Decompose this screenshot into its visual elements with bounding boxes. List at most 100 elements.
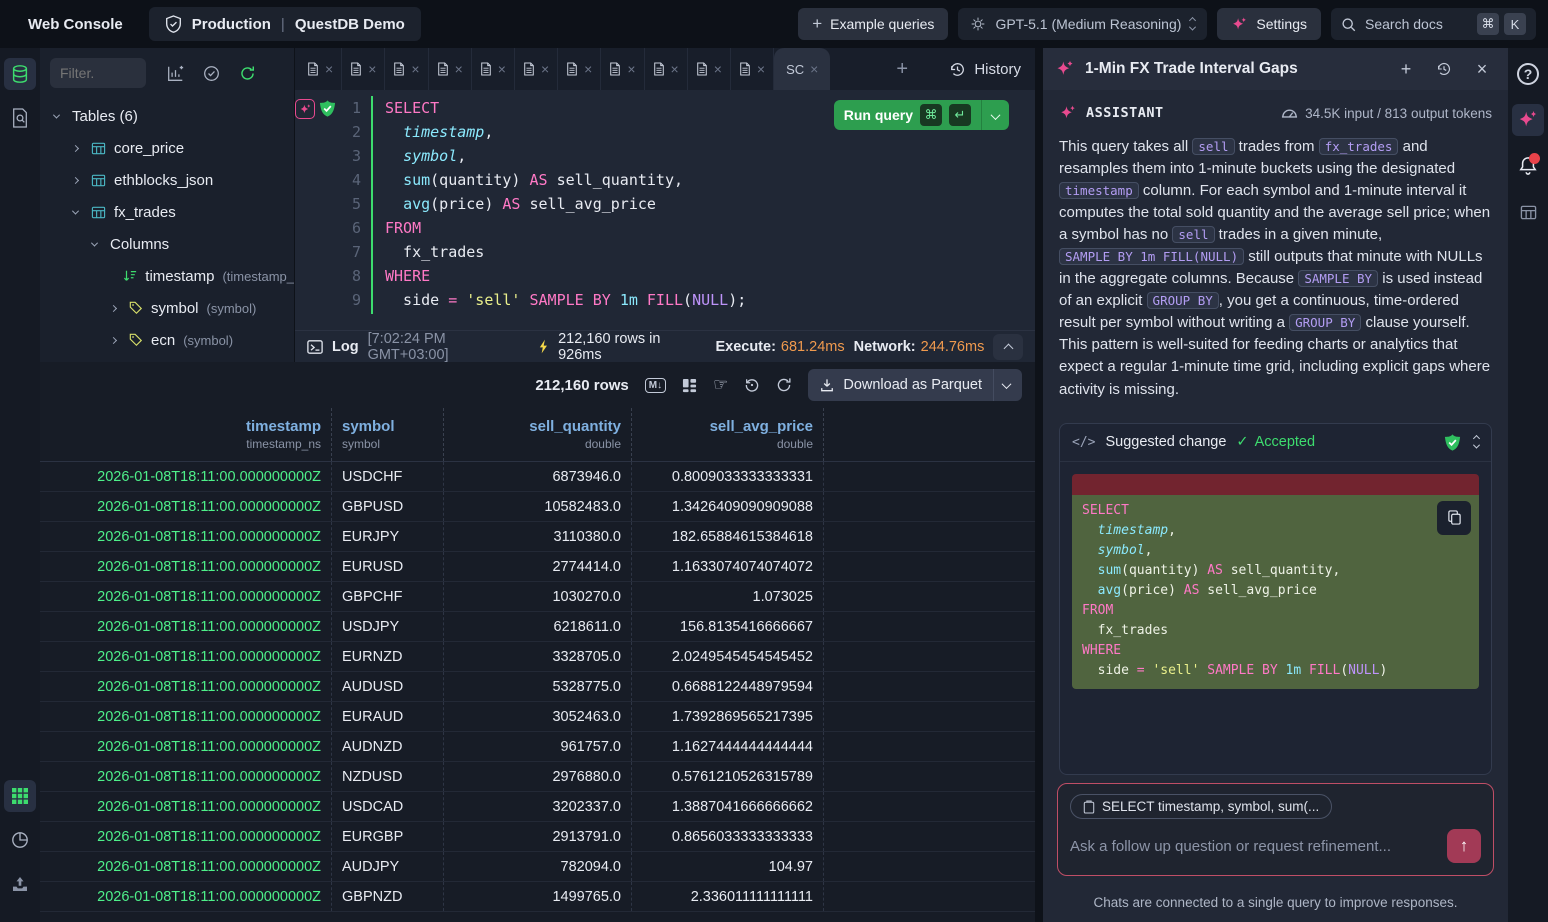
active-editor-tab[interactable]: SC × — [774, 48, 830, 90]
refresh-schema-button[interactable] — [232, 58, 262, 88]
close-icon[interactable]: × — [714, 61, 722, 77]
download-options-button[interactable] — [1003, 377, 1010, 393]
table-row[interactable]: 2026-01-08T18:11:00.000000000ZAUDNZD9617… — [40, 732, 1035, 762]
close-icon[interactable]: × — [627, 61, 635, 77]
table-row[interactable]: 2026-01-08T18:11:00.000000000ZUSDJPY6218… — [40, 612, 1035, 642]
chevron-right-icon[interactable] — [73, 178, 83, 183]
run-options-button[interactable] — [982, 107, 1009, 123]
close-icon[interactable]: × — [757, 61, 765, 77]
close-icon[interactable]: × — [541, 61, 549, 77]
editor-tab[interactable]: × — [429, 48, 472, 90]
example-queries-button[interactable]: + Example queries — [798, 8, 948, 40]
close-icon[interactable]: × — [325, 61, 333, 77]
run-query-button[interactable]: Run query ⌘ ↵ — [834, 100, 1009, 130]
close-icon[interactable]: × — [455, 61, 463, 77]
table-row[interactable]: 2026-01-08T18:11:00.000000000ZEURJPY3110… — [40, 522, 1035, 552]
grid-body[interactable]: 2026-01-08T18:11:00.000000000ZUSDCHF6873… — [40, 462, 1035, 912]
chevron-right-icon[interactable] — [111, 306, 121, 311]
column-header-timestamp[interactable]: timestamptimestamp_ns — [40, 408, 332, 461]
schema-explorer-button[interactable] — [4, 58, 36, 90]
add-chart-button[interactable] — [160, 58, 190, 88]
collapse-log-button[interactable] — [993, 334, 1023, 360]
table-row[interactable]: 2026-01-08T18:11:00.000000000ZNZDUSD2976… — [40, 762, 1035, 792]
column-header-sell_quantity[interactable]: sell_quantitydouble — [444, 408, 632, 461]
settings-button[interactable]: Settings — [1217, 8, 1321, 40]
editor-tab[interactable]: × — [688, 48, 731, 90]
table-row[interactable]: 2026-01-08T18:11:00.000000000ZEURNZD3328… — [40, 642, 1035, 672]
query-log-button[interactable] — [4, 102, 36, 134]
new-tab-button[interactable]: + — [896, 58, 908, 81]
close-icon[interactable]: × — [671, 61, 679, 77]
table-row[interactable]: 2026-01-08T18:11:00.000000000ZEURGBP2913… — [40, 822, 1035, 852]
ai-assist-button[interactable] — [295, 99, 315, 119]
editor-tab[interactable]: × — [385, 48, 428, 90]
inspect-button[interactable]: ☞ — [713, 375, 728, 395]
tree-item[interactable]: symbol(symbol) — [40, 292, 294, 324]
chart-view-button[interactable] — [4, 824, 36, 856]
table-row[interactable]: 2026-01-08T18:11:00.000000000ZAUDUSD5328… — [40, 672, 1035, 702]
editor-tab[interactable]: × — [558, 48, 601, 90]
close-icon[interactable]: × — [498, 61, 506, 77]
table-row[interactable]: 2026-01-08T18:11:00.000000000ZGBPCHF1030… — [40, 582, 1035, 612]
editor-tab[interactable]: × — [515, 48, 558, 90]
ai-panel-button[interactable] — [1512, 104, 1544, 136]
editor-tab[interactable]: × — [472, 48, 515, 90]
instance-badge[interactable]: Production | QuestDB Demo — [149, 7, 421, 41]
import-button[interactable] — [4, 868, 36, 900]
collapse-diff-button[interactable] — [1474, 436, 1479, 449]
editor-tab[interactable]: × — [731, 48, 774, 90]
table-filter-input[interactable] — [50, 58, 146, 88]
chevron-right-icon[interactable] — [111, 338, 121, 343]
tree-item[interactable]: ethblocks_json — [40, 164, 294, 196]
table-panel-button[interactable] — [1512, 196, 1544, 228]
copy-markdown-button[interactable]: M↓ — [645, 378, 666, 393]
close-icon[interactable]: × — [584, 61, 592, 77]
help-button[interactable]: ? — [1512, 58, 1544, 90]
close-chat-button[interactable]: × — [1468, 55, 1496, 83]
history-button[interactable]: History — [949, 61, 1021, 78]
table-row[interactable]: 2026-01-08T18:11:00.000000000ZAUDJPY7820… — [40, 852, 1035, 882]
search-docs-input[interactable]: Search docs ⌘ K — [1331, 8, 1536, 40]
tree-item[interactable]: timestamp(timestamp_ — [40, 260, 294, 292]
download-parquet-button[interactable]: Download as Parquet — [808, 369, 1022, 401]
close-icon[interactable]: × — [411, 61, 419, 77]
table-row[interactable]: 2026-01-08T18:11:00.000000000ZEURAUD3052… — [40, 702, 1035, 732]
select-all-button[interactable] — [196, 58, 226, 88]
new-chat-button[interactable]: + — [1392, 55, 1420, 83]
refresh-results-button[interactable] — [776, 377, 792, 393]
table-row[interactable]: 2026-01-08T18:11:00.000000000ZEURUSD2774… — [40, 552, 1035, 582]
layout-button[interactable] — [682, 378, 697, 393]
sql-editor[interactable]: 123456789 SELECT timestamp, symbol, sum(… — [295, 90, 1035, 330]
editor-tab[interactable]: × — [601, 48, 644, 90]
result-grid-button[interactable] — [4, 780, 36, 812]
model-selector[interactable]: GPT-5.1 (Medium Reasoning) — [958, 8, 1207, 40]
tree-item[interactable]: ecn(symbol) — [40, 324, 294, 356]
close-icon[interactable]: × — [810, 61, 818, 77]
chat-history-button[interactable] — [1430, 55, 1458, 83]
editor-tab[interactable]: × — [645, 48, 688, 90]
column-header-symbol[interactable]: symbolsymbol — [332, 408, 444, 461]
tree-item[interactable]: Tables (6) — [40, 100, 294, 132]
followup-placeholder[interactable]: Ask a follow up question or request refi… — [1070, 838, 1447, 855]
sql-code[interactable]: SELECT timestamp, symbol, sum(quantity) … — [373, 96, 1035, 330]
chevron-right-icon[interactable] — [73, 146, 83, 151]
tree-item[interactable]: fx_trades — [40, 196, 294, 228]
editor-tab[interactable]: × — [342, 48, 385, 90]
copy-code-button[interactable] — [1437, 501, 1471, 535]
tree-item[interactable]: Columns — [40, 228, 294, 260]
table-row[interactable]: 2026-01-08T18:11:00.000000000ZUSDCHF6873… — [40, 462, 1035, 492]
followup-input-box[interactable]: SELECT timestamp, symbol, sum(... Ask a … — [1057, 783, 1494, 876]
chevron-down-icon[interactable] — [92, 242, 102, 247]
table-row[interactable]: 2026-01-08T18:11:00.000000000ZGBPUSD1058… — [40, 492, 1035, 522]
column-header-sell_avg_price[interactable]: sell_avg_pricedouble — [632, 408, 824, 461]
notifications-button[interactable] — [1512, 150, 1544, 182]
close-icon[interactable]: × — [368, 61, 376, 77]
table-row[interactable]: 2026-01-08T18:11:00.000000000ZUSDCAD3202… — [40, 792, 1035, 822]
table-row[interactable]: 2026-01-08T18:11:00.000000000ZGBPNZD1499… — [40, 882, 1035, 912]
send-button[interactable]: ↑ — [1447, 829, 1481, 863]
chevron-down-icon[interactable] — [54, 114, 64, 119]
tree-item[interactable]: core_price — [40, 132, 294, 164]
chevron-down-icon[interactable] — [73, 210, 83, 215]
query-context-chip[interactable]: SELECT timestamp, symbol, sum(... — [1070, 794, 1332, 819]
editor-tab[interactable]: × — [299, 48, 342, 90]
